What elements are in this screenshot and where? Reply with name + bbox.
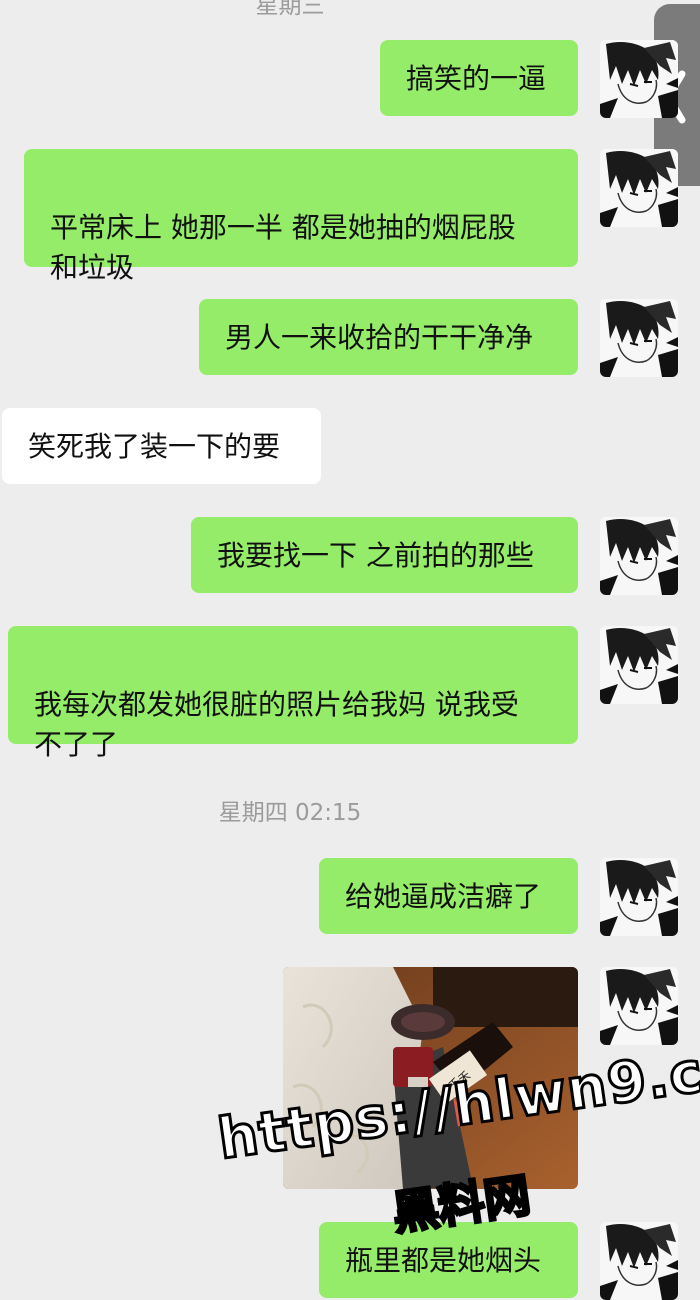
anime-avatar-icon bbox=[600, 299, 678, 377]
avatar[interactable] bbox=[600, 967, 678, 1045]
avatar[interactable] bbox=[600, 626, 678, 704]
anime-avatar-icon bbox=[600, 967, 678, 1045]
avatar[interactable] bbox=[600, 858, 678, 936]
message-bubble-outgoing[interactable]: 男人一来收拾的干干净净 bbox=[199, 299, 578, 375]
avatar[interactable] bbox=[600, 299, 678, 377]
message-text: 平常床上 她那一半 都是她抽的烟屁股 和垃圾 bbox=[50, 211, 516, 284]
avatar[interactable] bbox=[600, 149, 678, 227]
avatar[interactable] bbox=[600, 517, 678, 595]
avatar[interactable] bbox=[600, 40, 678, 118]
anime-avatar-icon bbox=[600, 517, 678, 595]
message-bubble-outgoing[interactable]: 我每次都发她很脏的照片给我妈 说我受 不了了 bbox=[8, 626, 578, 761]
message-text: 搞笑的一逼 bbox=[406, 62, 547, 95]
message-bubble-outgoing[interactable]: 给她逼成洁癖了 bbox=[319, 858, 578, 934]
anime-avatar-icon bbox=[600, 149, 678, 227]
message-text: 我每次都发她很脏的照片给我妈 说我受 不了了 bbox=[34, 688, 519, 761]
message-text: 给她逼成洁癖了 bbox=[345, 880, 542, 913]
message-text: 男人一来收拾的干干净净 bbox=[225, 321, 534, 354]
message-timestamp: 星期四 02:15 bbox=[218, 800, 362, 826]
anime-avatar-icon bbox=[600, 40, 678, 118]
message-bubble-outgoing[interactable]: 我要找一下 之前拍的那些 bbox=[191, 517, 578, 593]
message-bubble-outgoing[interactable]: 搞笑的一逼 bbox=[380, 40, 578, 116]
anime-avatar-icon bbox=[600, 858, 678, 936]
previous-timestamp: 星期三 bbox=[255, 0, 325, 19]
avatar[interactable] bbox=[600, 1222, 678, 1300]
anime-avatar-icon bbox=[600, 1222, 678, 1300]
anime-avatar-icon bbox=[600, 626, 678, 704]
message-bubble-outgoing[interactable]: 平常床上 她那一半 都是她抽的烟屁股 和垃圾 bbox=[24, 149, 578, 284]
message-text: 笑死我了装一下的要 bbox=[28, 430, 281, 463]
message-text: 我要找一下 之前拍的那些 bbox=[217, 539, 534, 572]
message-text: 瓶里都是她烟头 bbox=[345, 1244, 542, 1277]
message-bubble-incoming[interactable]: 笑死我了装一下的要 bbox=[2, 408, 321, 484]
